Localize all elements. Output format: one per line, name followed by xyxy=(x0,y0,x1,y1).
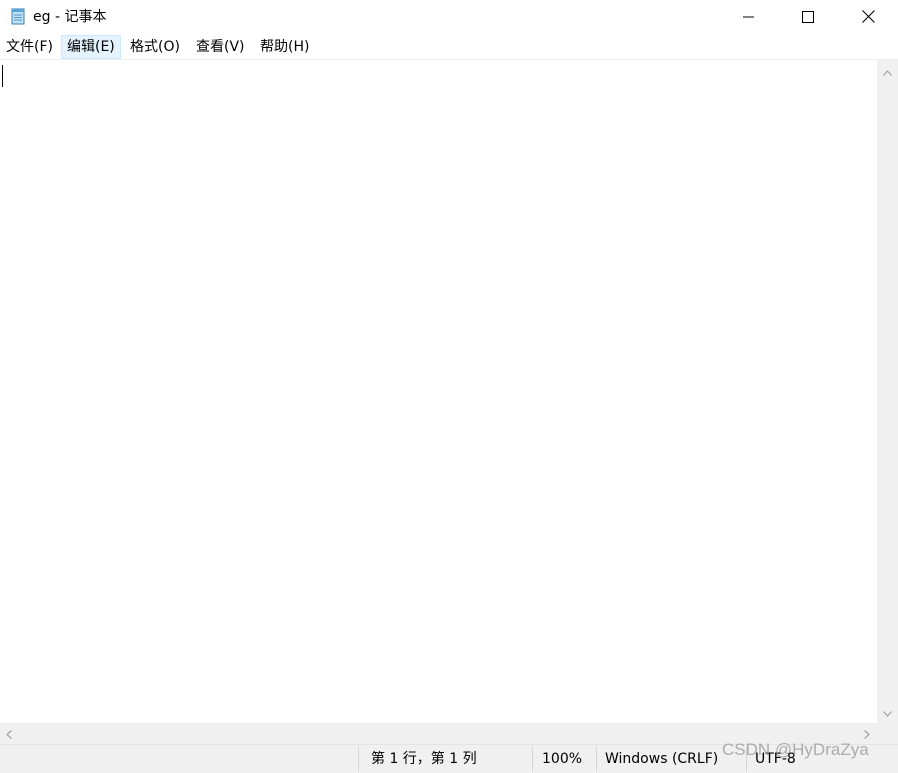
text-caret xyxy=(2,65,3,87)
scroll-left-button[interactable] xyxy=(0,723,17,744)
notepad-icon[interactable] xyxy=(9,7,27,25)
menu-help[interactable]: 帮助(H) xyxy=(255,35,314,59)
status-divider xyxy=(532,747,533,771)
menu-edit[interactable]: 编辑(E) xyxy=(61,35,121,59)
minimize-button[interactable] xyxy=(720,0,778,33)
close-button[interactable] xyxy=(838,0,898,33)
watermark: CSDN @HyDraZya xyxy=(722,740,869,759)
minimize-icon xyxy=(743,11,755,23)
maximize-button[interactable] xyxy=(779,0,837,33)
chevron-down-icon xyxy=(883,702,892,721)
window-title: eg - 记事本 xyxy=(33,9,107,25)
maximize-icon xyxy=(802,10,814,23)
notepad-window: eg - 记事本 文件(F) 编辑(E) 格式(O) 查看(V) 帮助(H) 第… xyxy=(0,0,898,773)
scroll-up-button[interactable] xyxy=(877,62,898,79)
line-ending: Windows (CRLF) xyxy=(605,751,719,767)
menu-view[interactable]: 查看(V) xyxy=(191,35,250,59)
zoom-level: 100% xyxy=(542,751,583,767)
close-icon xyxy=(861,10,875,23)
scrollbar-corner xyxy=(877,723,898,744)
menu-format[interactable]: 格式(O) xyxy=(125,35,185,59)
chevron-left-icon xyxy=(5,724,12,743)
text-editor[interactable] xyxy=(0,59,877,723)
status-divider xyxy=(358,747,359,771)
menu-bar: 文件(F) 编辑(E) 格式(O) 查看(V) 帮助(H) xyxy=(0,35,898,59)
scroll-down-button[interactable] xyxy=(877,703,898,720)
chevron-up-icon xyxy=(883,61,892,80)
cursor-position: 第 1 行，第 1 列 xyxy=(371,751,477,767)
vertical-scrollbar[interactable] xyxy=(877,59,898,723)
menu-file[interactable]: 文件(F) xyxy=(1,35,58,59)
title-bar[interactable]: eg - 记事本 xyxy=(0,0,898,33)
